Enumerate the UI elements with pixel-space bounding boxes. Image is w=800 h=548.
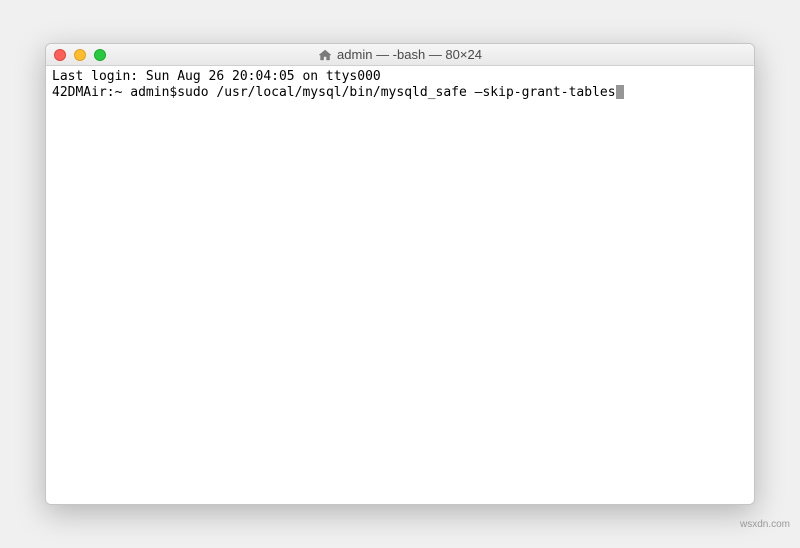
traffic-lights: [54, 49, 106, 61]
maximize-button[interactable]: [94, 49, 106, 61]
minimize-button[interactable]: [74, 49, 86, 61]
window-title-text: admin — -bash — 80×24: [337, 47, 482, 62]
watermark: wsxdn.com: [740, 519, 790, 530]
home-icon: [318, 49, 332, 61]
window-title: admin — -bash — 80×24: [318, 47, 482, 62]
command-text: sudo /usr/local/mysql/bin/mysqld_safe –s…: [177, 85, 615, 101]
terminal-window: admin — -bash — 80×24 Last login: Sun Au…: [45, 43, 755, 505]
last-login-line: Last login: Sun Aug 26 20:04:05 on ttys0…: [52, 69, 748, 85]
cursor: [616, 85, 624, 99]
terminal-body[interactable]: Last login: Sun Aug 26 20:04:05 on ttys0…: [46, 66, 754, 504]
titlebar[interactable]: admin — -bash — 80×24: [46, 44, 754, 66]
shell-prompt: 42DMAir:~ admin$: [52, 85, 177, 101]
prompt-line: 42DMAir:~ admin$ sudo /usr/local/mysql/b…: [52, 85, 748, 101]
close-button[interactable]: [54, 49, 66, 61]
